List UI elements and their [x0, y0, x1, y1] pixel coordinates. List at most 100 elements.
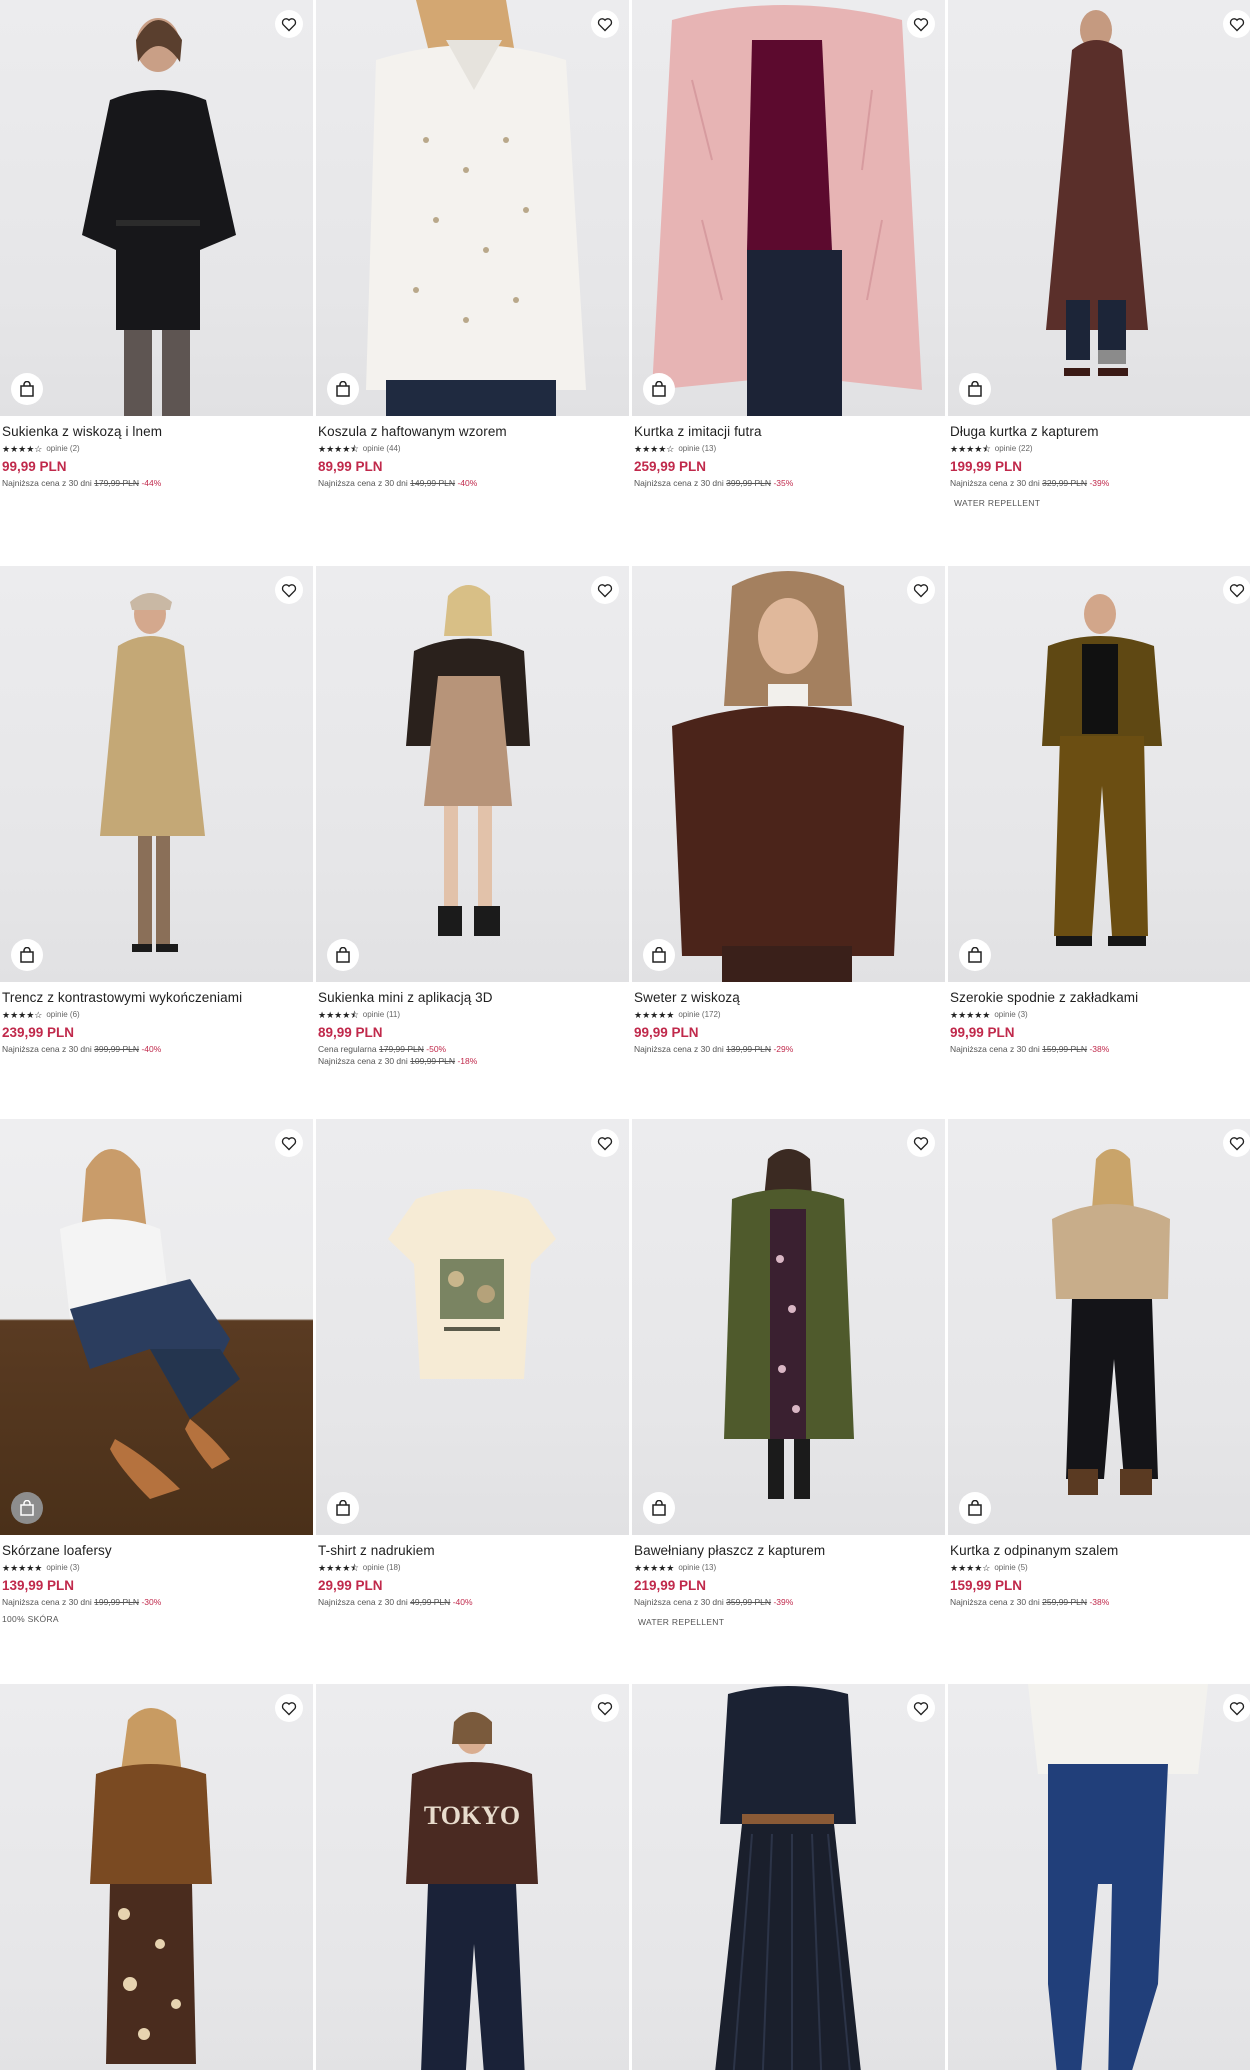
product-card[interactable]	[948, 1684, 1250, 2070]
lowest-price-info: Najniższa cena z 30 dni 259,99 PLN -38%	[950, 1597, 1250, 1608]
review-count[interactable]: opinie (2)	[46, 444, 79, 454]
product-name[interactable]: T-shirt z nadrukiem	[318, 1542, 627, 1559]
add-to-cart-button[interactable]	[11, 1492, 43, 1524]
product-image[interactable]	[316, 566, 629, 982]
favorite-button[interactable]	[1223, 576, 1250, 604]
product-image[interactable]	[948, 1684, 1250, 2070]
add-to-cart-button[interactable]	[643, 373, 675, 405]
lowest-price-label: Najniższa cena z 30 dni	[634, 478, 724, 488]
product-card[interactable]: Sukienka z wiskozą i lnem ★★★★☆ opinie (…	[0, 0, 313, 489]
favorite-button[interactable]	[907, 1129, 935, 1157]
product-image[interactable]	[948, 1119, 1250, 1535]
add-to-cart-button[interactable]	[959, 1492, 991, 1524]
add-to-cart-button[interactable]	[643, 1492, 675, 1524]
favorite-button[interactable]	[907, 576, 935, 604]
product-card[interactable]: Szerokie spodnie z zakładkami ★★★★★ opin…	[948, 566, 1250, 1055]
review-count[interactable]: opinie (5)	[994, 1563, 1027, 1573]
lowest-price-info: Najniższa cena z 30 dni 359,99 PLN -39%	[634, 1597, 943, 1608]
lowest-price-info: Najniższa cena z 30 dni 139,99 PLN -29%	[634, 1044, 943, 1055]
product-card[interactable]: Trencz z kontrastowymi wykończeniami ★★★…	[0, 566, 313, 1055]
lowest-price-info: Najniższa cena z 30 dni 329,99 PLN -39%	[950, 478, 1250, 489]
old-price: 179,99 PLN	[94, 478, 140, 488]
favorite-button[interactable]	[1223, 10, 1250, 38]
product-name[interactable]: Długa kurtka z kapturem	[950, 423, 1250, 440]
favorite-button[interactable]	[907, 10, 935, 38]
product-name[interactable]: Skórzane loafersy	[2, 1542, 311, 1559]
review-count[interactable]: opinie (6)	[46, 1010, 79, 1020]
product-card[interactable]: Sukienka mini z aplikacją 3D ★★★★⯪ opini…	[316, 566, 629, 1067]
review-count[interactable]: opinie (18)	[363, 1563, 401, 1573]
add-to-cart-button[interactable]	[643, 939, 675, 971]
product-name[interactable]: Bawełniany płaszcz z kapturem	[634, 1542, 943, 1559]
review-count[interactable]: opinie (44)	[363, 444, 401, 454]
product-rating: ★★★★★ opinie (3)	[2, 1562, 311, 1573]
feature-tag: WATER REPELLENT	[638, 1617, 725, 1627]
shopping-bag-icon	[20, 947, 34, 963]
product-price: 159,99 PLN	[950, 1578, 1023, 1593]
product-name[interactable]: Trencz z kontrastowymi wykończeniami	[2, 989, 311, 1006]
add-to-cart-button[interactable]	[327, 373, 359, 405]
product-name[interactable]: Koszula z haftowanym wzorem	[318, 423, 627, 440]
add-to-cart-button[interactable]	[327, 939, 359, 971]
review-count[interactable]: opinie (172)	[678, 1010, 720, 1020]
product-card[interactable]: Kurtka z odpinanym szalem ★★★★☆ opinie (…	[948, 1119, 1250, 1608]
product-card[interactable]: TOKYO	[316, 1684, 629, 2070]
product-card[interactable]: Długa kurtka z kapturem ★★★★⯪ opinie (22…	[948, 0, 1250, 509]
favorite-button[interactable]	[1223, 1129, 1250, 1157]
product-image[interactable]	[0, 1119, 313, 1535]
favorite-button[interactable]	[591, 1129, 619, 1157]
review-count[interactable]: opinie (11)	[363, 1010, 400, 1020]
favorite-button[interactable]	[591, 1694, 619, 1722]
add-to-cart-button[interactable]	[327, 1492, 359, 1524]
product-image[interactable]: TOKYO	[316, 1684, 629, 2070]
product-card[interactable]: Bawełniany płaszcz z kapturem ★★★★★ opin…	[632, 1119, 945, 1628]
favorite-button[interactable]	[275, 10, 303, 38]
product-image[interactable]	[0, 566, 313, 982]
product-name[interactable]: Szerokie spodnie z zakładkami	[950, 989, 1250, 1006]
product-image[interactable]	[0, 0, 313, 416]
add-to-cart-button[interactable]	[959, 373, 991, 405]
discount-percent: -35%	[773, 478, 794, 488]
add-to-cart-button[interactable]	[11, 373, 43, 405]
product-card[interactable]: Sweter z wiskozą ★★★★★ opinie (172) 99,9…	[632, 566, 945, 1055]
review-count[interactable]: opinie (13)	[678, 1563, 716, 1573]
review-count[interactable]: opinie (22)	[995, 444, 1033, 454]
product-card[interactable]	[632, 1684, 945, 2070]
favorite-button[interactable]	[275, 1694, 303, 1722]
favorite-button[interactable]	[1223, 1694, 1250, 1722]
product-image[interactable]	[316, 1119, 629, 1535]
review-count[interactable]: opinie (3)	[46, 1563, 79, 1573]
product-image[interactable]	[316, 0, 629, 416]
product-image[interactable]	[0, 1684, 313, 2070]
product-card[interactable]: Kurtka z imitacji futra ★★★★☆ opinie (13…	[632, 0, 945, 489]
favorite-button[interactable]	[275, 576, 303, 604]
product-name[interactable]: Kurtka z odpinanym szalem	[950, 1542, 1250, 1559]
add-to-cart-button[interactable]	[959, 939, 991, 971]
product-image[interactable]	[632, 566, 945, 982]
product-name[interactable]: Sukienka mini z aplikacją 3D	[318, 989, 627, 1006]
favorite-button[interactable]	[591, 10, 619, 38]
product-image[interactable]	[632, 1684, 945, 2070]
product-image[interactable]	[948, 566, 1250, 982]
add-to-cart-button[interactable]	[11, 939, 43, 971]
product-price: 89,99 PLN	[318, 1025, 383, 1040]
heart-outline-icon	[1229, 1136, 1245, 1150]
product-name[interactable]: Kurtka z imitacji futra	[634, 423, 943, 440]
product-card[interactable]: Koszula z haftowanym wzorem ★★★★⯪ opinie…	[316, 0, 629, 489]
product-card[interactable]: Skórzane loafersy ★★★★★ opinie (3) 139,9…	[0, 1119, 313, 1625]
heart-outline-icon	[913, 583, 929, 597]
product-card[interactable]: T-shirt z nadrukiem ★★★★⯪ opinie (18) 29…	[316, 1119, 629, 1608]
product-name[interactable]: Sukienka z wiskozą i lnem	[2, 423, 311, 440]
rating-stars: ★★★★☆	[634, 443, 675, 454]
lowest-price-label: Najniższa cena z 30 dni	[634, 1597, 724, 1607]
favorite-button[interactable]	[907, 1694, 935, 1722]
favorite-button[interactable]	[275, 1129, 303, 1157]
product-card[interactable]	[0, 1684, 313, 2070]
product-image[interactable]	[948, 0, 1250, 416]
favorite-button[interactable]	[591, 576, 619, 604]
review-count[interactable]: opinie (3)	[994, 1010, 1027, 1020]
review-count[interactable]: opinie (13)	[678, 444, 716, 454]
product-image[interactable]	[632, 0, 945, 416]
product-name[interactable]: Sweter z wiskozą	[634, 989, 943, 1006]
product-image[interactable]	[632, 1119, 945, 1535]
